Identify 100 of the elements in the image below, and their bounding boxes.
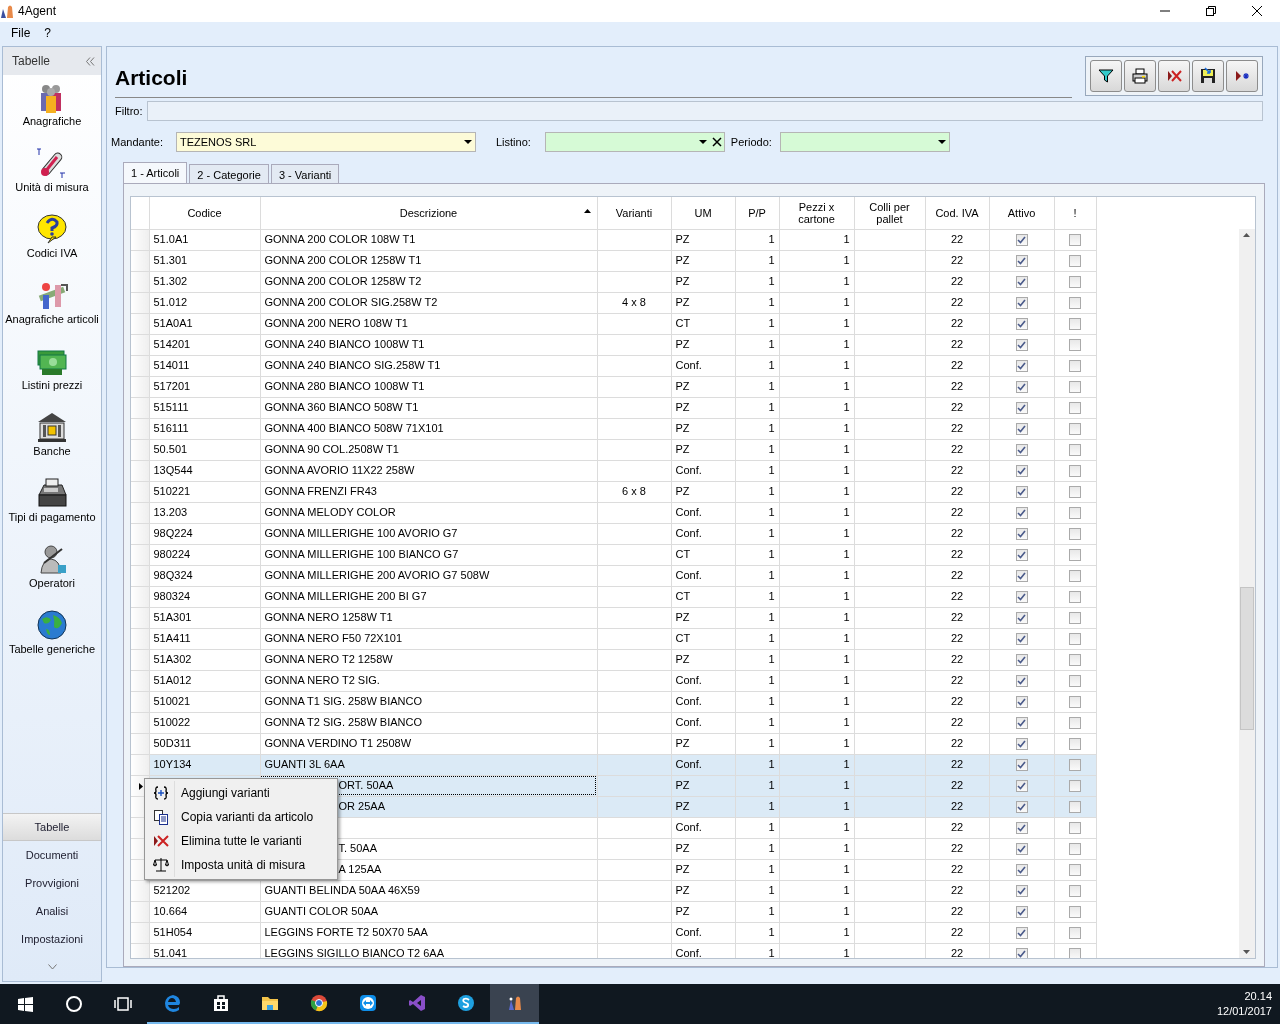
checkbox[interactable]: [1015, 444, 1028, 457]
column-header[interactable]: Varianti: [597, 197, 671, 229]
column-header[interactable]: Colli per pallet: [854, 197, 925, 229]
sidebar-section[interactable]: Tabelle: [3, 813, 101, 841]
globe-icon[interactable]: [36, 609, 68, 641]
toolbar-button[interactable]: [1090, 60, 1122, 92]
context-menu-item[interactable]: Aggiungi varianti: [147, 781, 335, 805]
column-header[interactable]: P/P: [735, 197, 779, 229]
checkbox[interactable]: [1069, 612, 1081, 625]
checkbox[interactable]: [1069, 927, 1081, 940]
sidebar-section[interactable]: Analisi: [3, 897, 101, 925]
checkbox[interactable]: [1069, 759, 1081, 772]
mandante-combo[interactable]: TEZENOS SRL: [176, 132, 476, 152]
checkbox[interactable]: [1015, 381, 1028, 394]
checkbox[interactable]: [1015, 570, 1028, 583]
checkbox[interactable]: [1015, 633, 1028, 646]
checkbox[interactable]: [1069, 528, 1081, 541]
checkbox[interactable]: [1015, 696, 1028, 709]
checkbox[interactable]: [1015, 612, 1028, 625]
scroll-thumb[interactable]: [1240, 587, 1254, 730]
tab[interactable]: 2 - Categorie: [189, 164, 269, 183]
checkbox[interactable]: [1015, 864, 1028, 877]
checkbox[interactable]: [1015, 822, 1028, 835]
column-header[interactable]: Codice: [149, 197, 260, 229]
sidebar-section[interactable]: Provvigioni: [3, 869, 101, 897]
column-header[interactable]: Cod. IVA: [925, 197, 989, 229]
bank-icon[interactable]: [36, 411, 68, 443]
menu-item[interactable]: File: [4, 24, 38, 42]
checkbox[interactable]: [1069, 423, 1081, 436]
sidebar-section[interactable]: Documenti: [3, 841, 101, 869]
tab[interactable]: 3 - Varianti: [270, 164, 340, 183]
checkbox[interactable]: [1069, 381, 1081, 394]
sidebar-item[interactable]: Codici IVA: [26, 247, 78, 260]
checkbox[interactable]: [1069, 255, 1081, 268]
context-menu-item[interactable]: Elimina tutte le varianti: [147, 829, 335, 853]
checkbox[interactable]: [1015, 255, 1028, 268]
checkbox[interactable]: [1069, 864, 1081, 877]
toolbar-button[interactable]: [1226, 60, 1258, 92]
checkbox[interactable]: [1069, 486, 1081, 499]
column-header[interactable]: !: [1054, 197, 1096, 229]
checkbox[interactable]: [1015, 675, 1028, 688]
checkbox[interactable]: [1015, 591, 1028, 604]
checkbox[interactable]: [1015, 339, 1028, 352]
sidebar-item[interactable]: Banche: [33, 445, 71, 458]
checkbox[interactable]: [1015, 507, 1028, 520]
checkbox[interactable]: [1069, 402, 1081, 415]
checkbox[interactable]: [1015, 654, 1028, 667]
checkbox[interactable]: [1015, 276, 1028, 289]
checkbox[interactable]: [1069, 654, 1081, 667]
checkbox[interactable]: [1015, 402, 1028, 415]
sidebar-section[interactable]: Impostazioni: [3, 925, 101, 953]
checkbox[interactable]: [1015, 843, 1028, 856]
checkbox[interactable]: [1069, 444, 1081, 457]
sidebar-item[interactable]: Anagrafiche: [22, 115, 82, 128]
checkbox[interactable]: [1015, 885, 1028, 898]
checkbox[interactable]: [1069, 696, 1081, 709]
checkbox[interactable]: [1069, 570, 1081, 583]
context-menu-item[interactable]: Copia varianti da articolo: [147, 805, 335, 829]
checkbox[interactable]: [1015, 297, 1028, 310]
checkbox[interactable]: [1069, 801, 1081, 814]
checkbox[interactable]: [1069, 297, 1081, 310]
sidebar-item[interactable]: Tipi di pagamento: [8, 511, 96, 524]
checkbox[interactable]: [1069, 675, 1081, 688]
checkbox[interactable]: [1069, 507, 1081, 520]
checkbox[interactable]: [1015, 780, 1028, 793]
thermometer-icon[interactable]: [36, 147, 68, 179]
filter-field[interactable]: [146, 101, 1263, 121]
help-icon[interactable]: [36, 213, 68, 245]
checkbox[interactable]: [1015, 549, 1028, 562]
checkbox[interactable]: [1015, 738, 1028, 751]
sidebar-item[interactable]: Operatori: [29, 577, 75, 590]
checkbox[interactable]: [1015, 906, 1028, 919]
checkbox[interactable]: [1015, 717, 1028, 730]
cash-register-icon[interactable]: [36, 477, 68, 509]
checkbox[interactable]: [1069, 360, 1081, 373]
scrollbar[interactable]: [1239, 229, 1255, 958]
column-header[interactable]: UM: [671, 197, 735, 229]
checkbox[interactable]: [1015, 423, 1028, 436]
checkbox[interactable]: [1069, 465, 1081, 478]
checkbox[interactable]: [1069, 339, 1081, 352]
column-header[interactable]: Attivo: [989, 197, 1054, 229]
checkbox[interactable]: [1015, 318, 1028, 331]
scroll-down-icon[interactable]: [1243, 950, 1250, 954]
menu-item[interactable]: ?: [37, 24, 59, 42]
chevron-down-icon[interactable]: [47, 964, 57, 970]
toolbar-button[interactable]: [1124, 60, 1156, 92]
sidebar-item[interactable]: Unità di misura: [15, 181, 89, 194]
sidebar-item[interactable]: Anagrafiche articoli: [5, 313, 99, 326]
checkbox[interactable]: [1069, 276, 1081, 289]
checkbox[interactable]: [1015, 360, 1028, 373]
checkbox[interactable]: [1069, 906, 1081, 919]
checkbox[interactable]: [1069, 948, 1081, 958]
collapse-icon[interactable]: [86, 56, 95, 66]
checkbox[interactable]: [1015, 948, 1028, 958]
checkbox[interactable]: [1069, 780, 1081, 793]
checkbox[interactable]: [1015, 759, 1028, 772]
clear-icon[interactable]: [709, 137, 724, 147]
checkbox[interactable]: [1015, 486, 1028, 499]
column-header[interactable]: Pezzi x cartone: [779, 197, 854, 229]
checkbox[interactable]: [1015, 801, 1028, 814]
